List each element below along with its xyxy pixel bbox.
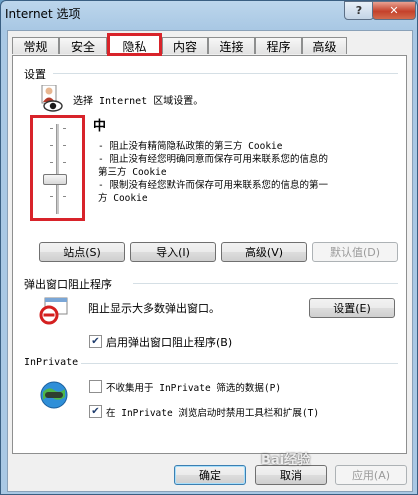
enable-popup-blocker-label: 启用弹出窗口阻止程序(B) [106, 336, 233, 349]
enable-popup-blocker-checkbox[interactable]: ✔ [89, 335, 102, 348]
popup-group-label: 弹出窗口阻止程序 [24, 278, 112, 291]
tab-content[interactable]: 内容 [162, 37, 208, 54]
tab-security[interactable]: 安全 [59, 37, 107, 54]
apply-button[interactable]: 应用(A) [335, 465, 407, 485]
tab-programs[interactable]: 程序 [255, 37, 302, 54]
popup-settings-button[interactable]: 设置(E) [309, 298, 395, 318]
help-button[interactable]: ? [344, 1, 374, 20]
tab-general[interactable]: 常规 [12, 37, 59, 54]
popup-divider [133, 283, 398, 284]
import-button[interactable]: 导入(I) [130, 242, 216, 262]
settings-divider [53, 73, 398, 74]
watermark-text: Bai经验 [261, 453, 311, 468]
checkmark-icon: ✔ [91, 336, 100, 347]
default-button[interactable]: 默认值(D) [312, 242, 398, 262]
slider-tick [63, 162, 66, 163]
privacy-slider-thumb[interactable] [43, 174, 67, 185]
privacy-panel: 设置 选择 Internet 区域设置。 中 - 阻止没有精简隐私政策的第三方 … [12, 55, 407, 454]
tab-connections[interactable]: 连接 [208, 37, 255, 54]
privacy-level-line-1: - 阻止没有精简隐私政策的第三方 Cookie [98, 141, 283, 152]
cancel-button[interactable]: 取消 [255, 465, 327, 485]
ok-button[interactable]: 确定 [174, 465, 246, 485]
popup-blocker-icon [39, 297, 69, 325]
inprivate-divider [81, 363, 398, 364]
checkmark-icon: ✔ [91, 406, 100, 417]
slider-tick [63, 196, 66, 197]
privacy-level-line-2: - 阻止没有经您明确同意而保存可用来联系您的信息的第三方 Cookie [98, 154, 328, 178]
no-collect-inprivate-label: 不收集用于 InPrivate 筛选的数据(P) [106, 383, 282, 394]
disable-toolbars-inprivate-label: 在 InPrivate 浏览启动时禁用工具栏和扩展(T) [106, 408, 320, 419]
slider-tick [63, 145, 66, 146]
internet-options-window: Internet 选项 ? ✕ 常规 安全 隐私 内容 连接 程序 高级 设置 [0, 0, 418, 495]
slider-tick [50, 128, 53, 129]
sites-button[interactable]: 站点(S) [39, 242, 125, 262]
slider-tick [50, 145, 53, 146]
slider-tick [63, 128, 66, 129]
privacy-user-icon [38, 84, 64, 112]
advanced-button[interactable]: 高级(V) [221, 242, 307, 262]
window-title: Internet 选项 [5, 7, 81, 21]
privacy-level-line-3: - 限制没有经您默许而保存可用来联系您的信息的第一方 Cookie [98, 180, 328, 204]
popup-description: 阻止显示大多数弹出窗口。 [88, 302, 220, 315]
privacy-level-name: 中 [93, 119, 107, 134]
disable-toolbars-inprivate-checkbox[interactable]: ✔ [89, 405, 102, 418]
slider-tick [50, 162, 53, 163]
close-button[interactable]: ✕ [372, 1, 416, 20]
slider-tick [50, 196, 53, 197]
privacy-slider-track[interactable] [56, 124, 59, 214]
tab-highlight-annotation [107, 33, 162, 56]
inprivate-group-label: InPrivate [24, 357, 79, 368]
no-collect-inprivate-checkbox[interactable] [89, 380, 102, 393]
dialog-client: 常规 安全 隐私 内容 连接 程序 高级 设置 选择 Internet 区域设置… [7, 30, 413, 492]
privacy-slider-highlight [30, 115, 85, 221]
settings-group-label: 设置 [24, 68, 46, 81]
settings-description: 选择 Internet 区域设置。 [73, 96, 204, 107]
tab-advanced[interactable]: 高级 [302, 37, 347, 54]
inprivate-icon [39, 380, 69, 410]
